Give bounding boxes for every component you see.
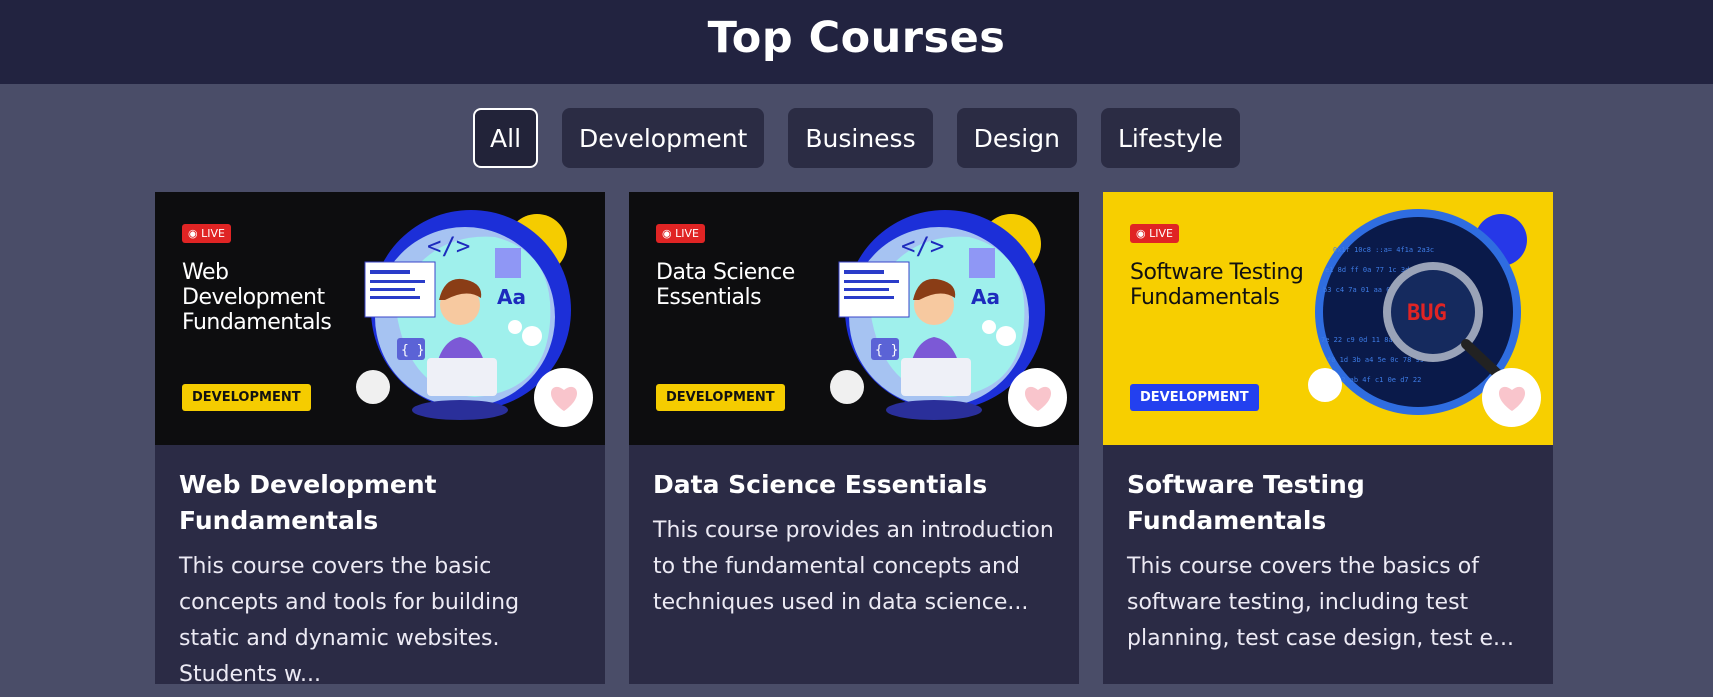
- course-description: This course covers the basics of softwar…: [1127, 554, 1514, 651]
- live-badge: ◉ LIVE: [656, 224, 705, 243]
- course-description: This course covers the basic concepts an…: [179, 554, 520, 684]
- heart-icon: [550, 386, 577, 411]
- thumbnail-title: Data Science Essentials: [656, 260, 795, 310]
- thumbnail-title: Web Development Fundamentals: [182, 260, 332, 335]
- heart-icon: [1024, 386, 1051, 411]
- filter-business-button[interactable]: Business: [788, 108, 933, 168]
- category-tag: DEVELOPMENT: [182, 384, 311, 411]
- svg-text:12 ab 4f c1 0e d7 22: 12 ab 4f c1 0e d7 22: [1337, 376, 1421, 384]
- filter-design-button[interactable]: Design: [956, 108, 1077, 168]
- thumbnail-title: Software Testing Fundamentals: [1130, 260, 1304, 310]
- course-title[interactable]: Web Development Fundamentals: [179, 467, 581, 539]
- favorite-button[interactable]: [1482, 368, 1541, 427]
- svg-text:</>: </>: [427, 232, 470, 260]
- svg-text:Aa: Aa: [497, 285, 526, 309]
- course-card-software-testing[interactable]: ◉ LIVE Software Testing Fundamentals DEV…: [1103, 192, 1553, 684]
- course-thumbnail: ◉ LIVE Data Science Essentials DEVELOPME…: [629, 192, 1079, 445]
- filter-development-button[interactable]: Development: [562, 108, 765, 168]
- svg-text:{ }: { }: [875, 343, 898, 358]
- category-filters: All Development Business Design Lifestyl…: [0, 108, 1713, 168]
- category-tag: DEVELOPMENT: [1130, 384, 1259, 411]
- course-thumbnail: ◉ LIVE Web Development Fundamentals DEVE…: [155, 192, 605, 445]
- favorite-button[interactable]: [1008, 368, 1067, 427]
- svg-text:</>: </>: [901, 232, 944, 260]
- page-header: Top Courses: [0, 0, 1713, 84]
- svg-text:Aa: Aa: [971, 285, 1000, 309]
- course-card-web-development[interactable]: ◉ LIVE Web Development Fundamentals DEVE…: [155, 192, 605, 684]
- live-badge: ◉ LIVE: [182, 224, 231, 243]
- course-title[interactable]: Data Science Essentials: [653, 467, 1055, 503]
- course-card-data-science[interactable]: ◉ LIVE Data Science Essentials DEVELOPME…: [629, 192, 1079, 684]
- heart-icon: [1498, 386, 1525, 411]
- filter-all-button[interactable]: All: [473, 108, 539, 168]
- filter-lifestyle-button[interactable]: Lifestyle: [1100, 108, 1240, 168]
- bug-text: BUG: [1407, 301, 1447, 326]
- category-tag: DEVELOPMENT: [656, 384, 785, 411]
- svg-text:0x1f 10c8 ::a= 4f1a 2a3c: 0x1f 10c8 ::a= 4f1a 2a3c: [1333, 246, 1434, 254]
- page-title: Top Courses: [707, 13, 1006, 63]
- svg-text:{ }: { }: [401, 343, 424, 358]
- live-badge: ◉ LIVE: [1130, 224, 1179, 243]
- course-title[interactable]: Software Testing Fundamentals: [1127, 467, 1529, 539]
- course-thumbnail: ◉ LIVE Software Testing Fundamentals DEV…: [1103, 192, 1553, 445]
- svg-text:f0 1d 3b a4 5e 0c 78 99: f0 1d 3b a4 5e 0c 78 99: [1327, 356, 1424, 364]
- favorite-button[interactable]: [534, 368, 593, 427]
- course-description: This course provides an introduction to …: [653, 518, 1054, 615]
